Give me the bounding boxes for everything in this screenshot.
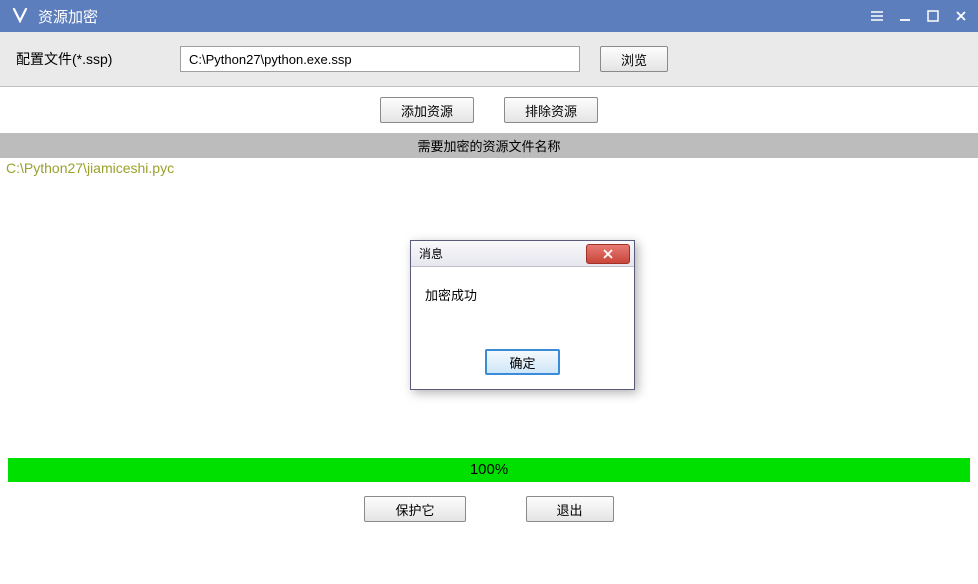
titlebar: 资源加密: [0, 0, 978, 32]
dialog-ok-button[interactable]: 确定: [485, 349, 559, 375]
dialog-title: 消息: [419, 245, 443, 262]
progress-text: 100%: [470, 461, 508, 478]
dialog-close-button[interactable]: [586, 244, 630, 264]
dialog-body: 加密成功: [411, 267, 634, 337]
menu-icon[interactable]: [868, 7, 886, 25]
resource-list-header: 需要加密的资源文件名称: [0, 133, 978, 158]
message-dialog: 消息 加密成功 确定: [410, 240, 635, 390]
progress-bar: 100%: [8, 458, 970, 482]
action-row: 添加资源 排除资源: [0, 87, 978, 133]
config-label: 配置文件(*.ssp): [10, 49, 160, 69]
maximize-icon[interactable]: [924, 7, 942, 25]
dialog-footer: 确定: [411, 337, 634, 389]
app-logo-icon: [12, 7, 28, 26]
close-icon[interactable]: [952, 7, 970, 25]
config-path-input[interactable]: [180, 46, 580, 72]
minimize-icon[interactable]: [896, 7, 914, 25]
window-title: 资源加密: [38, 6, 98, 27]
add-resource-button[interactable]: 添加资源: [380, 97, 474, 123]
remove-resource-button[interactable]: 排除资源: [504, 97, 598, 123]
protect-button[interactable]: 保护它: [364, 496, 465, 522]
exit-button[interactable]: 退出: [526, 496, 614, 522]
config-row: 配置文件(*.ssp) 浏览: [0, 32, 978, 87]
browse-button[interactable]: 浏览: [600, 46, 668, 72]
titlebar-controls: [868, 7, 970, 25]
bottom-row: 保护它 退出: [0, 482, 978, 522]
list-item[interactable]: C:\Python27\jiamiceshi.pyc: [0, 158, 978, 178]
titlebar-left: 资源加密: [12, 6, 98, 27]
dialog-titlebar: 消息: [411, 241, 634, 267]
dialog-message: 加密成功: [425, 288, 477, 303]
